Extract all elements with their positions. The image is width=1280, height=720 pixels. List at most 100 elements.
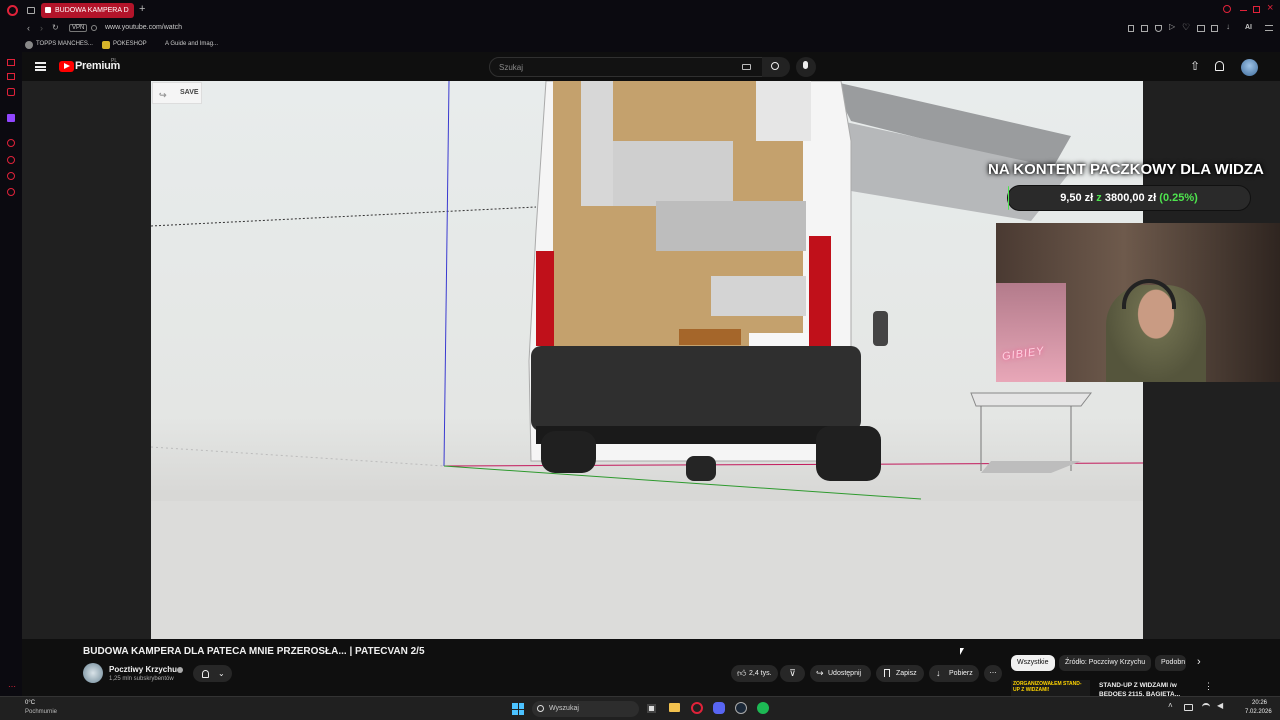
share-button[interactable]: ↪ Udostępnij xyxy=(810,665,871,682)
site-info-icon[interactable] xyxy=(91,25,97,31)
bookmarks-bar: TOPPS MANCHES... POKESHOP A Guide and Im… xyxy=(0,38,1280,52)
recommended-thumbnail[interactable]: ZORGANIZOWAŁEM STAND-UP Z WIDZAMI! xyxy=(1011,680,1090,696)
download-button[interactable]: ↓ Pobierz xyxy=(929,665,979,682)
tray-chevron-icon[interactable]: ˄ xyxy=(1168,701,1173,710)
donation-current: 9,50 zł xyxy=(1060,192,1094,204)
search-input[interactable]: Szukaj xyxy=(489,57,780,77)
menu-icon[interactable] xyxy=(35,62,46,71)
voice-search-button[interactable] xyxy=(796,57,816,77)
save-button[interactable]: ↪ SAVE xyxy=(152,82,202,104)
donation-percent: (0.25%) xyxy=(1159,192,1198,204)
weather-condition[interactable]: Pochmurnie xyxy=(25,709,57,715)
browser-tab-bar: BUDOWA KAMPERA D + × xyxy=(0,0,1280,21)
bookmark-item-guide[interactable]: A Guide and Imag... xyxy=(165,41,218,47)
ai-button[interactable]: AI xyxy=(1245,24,1252,31)
wifi-icon[interactable] xyxy=(1202,703,1210,711)
chevron-down-icon: ⌄ xyxy=(218,669,225,678)
play-icon[interactable]: ▷ xyxy=(1169,22,1175,31)
weather-temp[interactable]: 0°C xyxy=(25,700,35,706)
task-view-icon[interactable] xyxy=(647,704,656,713)
sidebar-more-icon[interactable]: ⋯ xyxy=(8,682,16,691)
tab-title: BUDOWA KAMPERA D xyxy=(55,7,129,14)
wallet-icon[interactable] xyxy=(1197,25,1205,32)
download-icon[interactable]: ↓ xyxy=(1226,22,1230,31)
donation-separator: z xyxy=(1096,192,1102,204)
shield-icon[interactable] xyxy=(1155,25,1162,32)
vpn-badge[interactable]: VPN xyxy=(69,24,88,32)
sidebar-home-icon[interactable] xyxy=(7,59,15,66)
thumb-down-icon: ⊽ xyxy=(789,668,796,678)
tab-overview-icon[interactable] xyxy=(27,7,35,14)
reload-icon[interactable]: ↻ xyxy=(52,23,59,32)
opera-logo-icon[interactable] xyxy=(7,5,18,16)
windows-taskbar: 0°C Pochmurnie Wyszukaj ˄ ◀ 20:26 7.02.2… xyxy=(0,696,1280,720)
thumbnail-text: ZORGANIZOWAŁEM STAND-UP Z WIDZAMI! xyxy=(1013,681,1082,693)
snapshot-icon[interactable] xyxy=(1141,25,1148,32)
bookmark-icon xyxy=(884,669,890,677)
sidebar-twitch-icon[interactable] xyxy=(7,114,15,122)
sidebar-send-icon[interactable] xyxy=(7,172,15,180)
opera-taskbar-icon[interactable] xyxy=(691,702,703,714)
bookmark-item-pokeshop[interactable]: POKESHOP xyxy=(113,41,147,47)
back-icon[interactable]: ‹ xyxy=(27,23,30,33)
sidebar-player-icon[interactable] xyxy=(7,156,15,164)
easy-setup-icon[interactable] xyxy=(1265,25,1273,31)
forward-icon[interactable]: › xyxy=(40,23,43,33)
file-explorer-icon[interactable] xyxy=(669,703,680,712)
keyboard-icon[interactable] xyxy=(742,64,751,70)
more-actions-button[interactable]: ⋯ xyxy=(984,665,1002,682)
like-button[interactable]: 👍︎ 2,4 tys. xyxy=(731,665,778,682)
pink-light xyxy=(996,283,1066,382)
video-title: BUDOWA KAMPERA DLA PATECA MNIE PRZEROSŁA… xyxy=(83,646,425,657)
chip-similar[interactable]: Podobn xyxy=(1155,655,1186,671)
recommended-menu-icon[interactable]: ⋮ xyxy=(1204,681,1213,692)
sidebar-clock-icon[interactable] xyxy=(7,139,15,147)
discord-taskbar-icon[interactable] xyxy=(713,702,725,714)
sidebar-settings-icon[interactable] xyxy=(7,188,15,196)
taskbar-search[interactable]: Wyszukaj xyxy=(532,701,639,717)
upload-icon[interactable]: ⇧ xyxy=(1190,59,1200,73)
like-count: 2,4 tys. xyxy=(749,670,772,677)
opera-sidebar: ⋯ xyxy=(0,52,22,696)
url-field[interactable]: www.youtube.com/watch xyxy=(105,24,182,31)
thumb-up-icon: 👍︎ xyxy=(737,668,747,678)
notifications-button[interactable]: ⌄ xyxy=(193,665,232,682)
bell-icon[interactable] xyxy=(1215,61,1224,71)
chips-next-icon[interactable]: › xyxy=(1197,656,1201,668)
bookmark-item-topps[interactable]: TOPPS MANCHES... xyxy=(36,41,93,47)
clock-time[interactable]: 20:26 xyxy=(1252,700,1267,706)
channel-avatar[interactable] xyxy=(83,663,103,683)
search-button[interactable] xyxy=(762,57,790,77)
clock-date[interactable]: 7.02.2026 xyxy=(1245,709,1272,715)
subscriber-count: 1,25 mln subskrybentów xyxy=(109,676,174,682)
chip-source[interactable]: Źródło: Poczciwy Krzychu xyxy=(1059,655,1152,671)
close-icon[interactable]: × xyxy=(1267,2,1273,14)
maximize-icon[interactable] xyxy=(1253,6,1260,13)
speaker-tray-icon[interactable]: ◀ xyxy=(1217,701,1223,710)
youtube-logo-icon[interactable] xyxy=(59,61,74,72)
recommended-title-line1[interactable]: STAND-UP Z WIDZAMI /w xyxy=(1099,682,1177,689)
save-to-playlist-button[interactable]: Zapisz xyxy=(876,665,924,682)
avatar[interactable] xyxy=(1241,59,1258,76)
save-label: SAVE xyxy=(180,89,199,96)
tab-active[interactable]: BUDOWA KAMPERA D xyxy=(41,3,134,18)
heart-icon[interactable]: ♡ xyxy=(1182,22,1190,33)
download-label: Pobierz xyxy=(949,670,973,677)
new-tab-icon[interactable]: + xyxy=(139,3,145,15)
channel-name[interactable]: Pocztiwy Krzychu xyxy=(109,665,177,674)
youtube-header: Premium PL Szukaj ⇧ xyxy=(22,52,1280,82)
extensions-icon[interactable] xyxy=(1211,25,1218,32)
spotify-taskbar-icon[interactable] xyxy=(757,702,769,714)
search-tabs-icon[interactable] xyxy=(1223,5,1231,13)
network-icon[interactable] xyxy=(1184,704,1193,711)
curved-arrow-icon: ↪ xyxy=(159,90,167,100)
dislike-button[interactable]: ⊽ xyxy=(780,665,805,682)
steam-taskbar-icon[interactable] xyxy=(735,702,747,714)
minimize-icon[interactable] xyxy=(1240,10,1247,11)
sidebar-tabs-icon[interactable] xyxy=(7,73,15,80)
windows-start-icon[interactable] xyxy=(512,703,524,715)
chip-all[interactable]: Wszystkie xyxy=(1011,655,1055,671)
taskbar-search-label: Wyszukaj xyxy=(549,705,579,712)
pin-icon[interactable] xyxy=(1128,25,1134,32)
sidebar-history-icon[interactable] xyxy=(7,88,15,96)
